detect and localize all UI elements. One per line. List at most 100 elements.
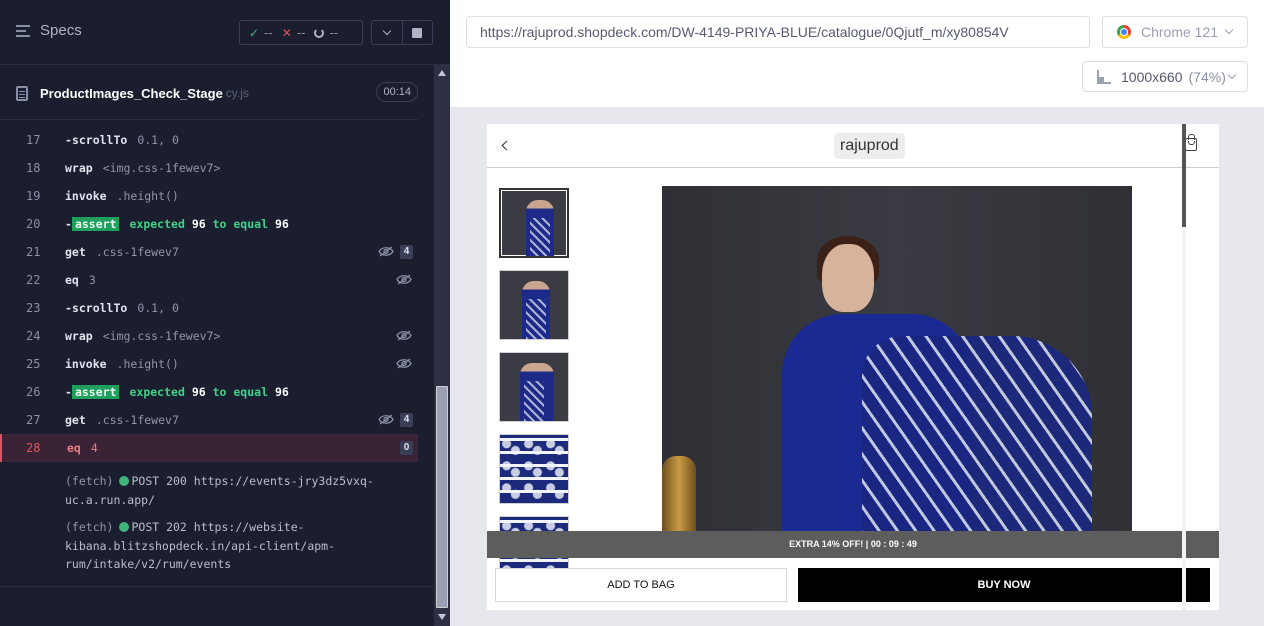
spec-duration: 00:14: [376, 82, 418, 102]
command-message: .css-1fewev7: [95, 413, 179, 427]
command-number: 28: [26, 441, 41, 455]
app-header: rajuprod: [487, 124, 1219, 168]
chrome-icon: [1117, 25, 1131, 39]
product-thumbnail[interactable]: [499, 434, 569, 504]
command-row[interactable]: 26 - assert expected 96 to equal 96: [0, 378, 418, 406]
command-name: scrollTo: [71, 133, 128, 147]
command-log-panel: Specs ✓ -- ✕ -- -- ProductImages_Check_Sta…: [0, 0, 450, 626]
fetch-log-item[interactable]: (fetch) POST 200 https://events-jry3dz5vx…: [0, 472, 410, 509]
command-row[interactable]: 27 get .css-1fewev7 4: [0, 406, 418, 434]
app-frame: rajuprod EXTRA 14% OFF! | 00 : 09 : 49 A…: [487, 124, 1219, 610]
failed-stat: ✕ --: [281, 25, 306, 40]
command-dash: -: [65, 301, 72, 315]
spec-header: ProductImages_Check_Stage cy.js 00:14: [16, 82, 418, 104]
command-message: 0.1, 0: [137, 301, 179, 315]
product-thumbnail[interactable]: [499, 352, 569, 422]
spec-ext: cy.js: [225, 86, 249, 100]
app-scrollbar-thumb[interactable]: [1182, 124, 1186, 227]
buy-now-button[interactable]: BUY NOW: [798, 568, 1210, 602]
command-number: 21: [26, 245, 41, 259]
shopping-bag-icon[interactable]: [1185, 134, 1197, 151]
element-count-badge: 4: [400, 413, 413, 427]
offer-banner: EXTRA 14% OFF! | 00 : 09 : 49: [487, 531, 1219, 558]
viewport-info[interactable]: 1000x660 (74%): [1082, 61, 1248, 92]
command-name: eq: [65, 273, 79, 287]
command-row[interactable]: 25 invoke .height(): [0, 350, 418, 378]
product-main-image[interactable]: [662, 186, 1132, 536]
command-name: scrollTo: [71, 301, 128, 315]
command-row[interactable]: 20 - assert expected 96 to equal 96: [0, 210, 418, 238]
command-list: 17 - scrollTo 0.1, 0 18 wrap <img.css-1f…: [0, 126, 418, 574]
assert-value: 96: [191, 385, 206, 399]
browser-selector[interactable]: Chrome 121: [1102, 16, 1248, 48]
specs-label: Specs: [40, 22, 82, 39]
specs-toggle-button[interactable]: Specs: [16, 22, 82, 39]
assert-expected: expected: [129, 385, 185, 399]
product-thumbnail[interactable]: [499, 188, 569, 258]
command-message: <img.css-1fewev7>: [102, 329, 221, 343]
assert-value: 96: [274, 217, 289, 231]
command-message: .height(): [116, 357, 179, 371]
command-number: 23: [26, 301, 41, 315]
command-dash: -: [65, 385, 72, 399]
collapse-button[interactable]: [372, 21, 403, 44]
command-name: wrap: [65, 161, 93, 175]
assert-value: 96: [274, 385, 289, 399]
fetch-tag: (fetch): [65, 520, 114, 534]
command-number: 19: [26, 189, 41, 203]
command-log-scrollbar[interactable]: [434, 64, 450, 626]
viewport-scale: (74%): [1188, 68, 1226, 85]
command-number: 26: [26, 385, 41, 399]
url-bar[interactable]: https://rajuprod.shopdeck.com/DW-4149-PR…: [466, 16, 1090, 48]
command-name: get: [65, 245, 86, 259]
back-arrow-icon[interactable]: [501, 140, 512, 151]
eye-slash-icon: [378, 414, 394, 425]
app-scrollbar[interactable]: [1182, 124, 1186, 610]
viewport-size: 1000x660: [1121, 68, 1183, 85]
store-brand[interactable]: rajuprod: [834, 133, 905, 159]
chevron-down-icon: [1224, 25, 1234, 35]
scrollbar-thumb[interactable]: [436, 386, 448, 608]
stop-button[interactable]: [403, 21, 433, 44]
fetch-tag: (fetch): [65, 474, 114, 488]
eye-slash-icon: [396, 330, 412, 341]
chevron-down-icon: [382, 26, 391, 35]
divider: [0, 119, 418, 120]
assert-badge: assert: [71, 385, 120, 399]
specs-list-icon: [16, 24, 32, 38]
browser-label: Chrome 121: [1141, 24, 1219, 40]
command-message: .height(): [116, 189, 179, 203]
scroll-up-arrow-icon[interactable]: [438, 70, 446, 76]
command-row[interactable]: 19 invoke .height(): [0, 182, 418, 210]
pending-stat: --: [314, 26, 338, 40]
command-dash: -: [65, 217, 72, 231]
command-message: 3: [88, 273, 96, 287]
command-row[interactable]: 24 wrap <img.css-1fewev7>: [0, 322, 418, 350]
eye-slash-icon: [396, 274, 412, 285]
divider: [0, 64, 434, 65]
command-name: wrap: [65, 329, 93, 343]
command-row-failed[interactable]: 28 eq 4 0: [0, 434, 418, 462]
product-thumbnail[interactable]: [499, 270, 569, 340]
command-name: get: [65, 413, 86, 427]
command-row[interactable]: 23 - scrollTo 0.1, 0: [0, 294, 418, 322]
divider: [0, 586, 434, 587]
command-dash: -: [65, 133, 72, 147]
command-number: 20: [26, 217, 41, 231]
command-row[interactable]: 18 wrap <img.css-1fewev7>: [0, 154, 418, 182]
command-message: 0.1, 0: [137, 133, 179, 147]
eye-slash-icon: [378, 246, 394, 257]
assert-value: 96: [191, 217, 206, 231]
command-row[interactable]: 22 eq 3: [0, 266, 418, 294]
command-row[interactable]: 21 get .css-1fewev7 4: [0, 238, 418, 266]
element-count-badge: 0: [400, 441, 413, 455]
assert-expected: expected: [129, 217, 185, 231]
fetch-log-item[interactable]: (fetch) POST 202 https://website-kibana.b…: [0, 518, 410, 574]
assert-badge: assert: [71, 217, 120, 231]
passed-stat: ✓ --: [249, 25, 273, 40]
scroll-down-arrow-icon[interactable]: [438, 614, 446, 620]
add-to-bag-button[interactable]: ADD TO BAG: [495, 568, 787, 602]
aut-header: https://rajuprod.shopdeck.com/DW-4149-PR…: [450, 0, 1264, 107]
assert-to-equal: to equal: [212, 217, 268, 231]
command-row[interactable]: 17 - scrollTo 0.1, 0: [0, 126, 418, 154]
